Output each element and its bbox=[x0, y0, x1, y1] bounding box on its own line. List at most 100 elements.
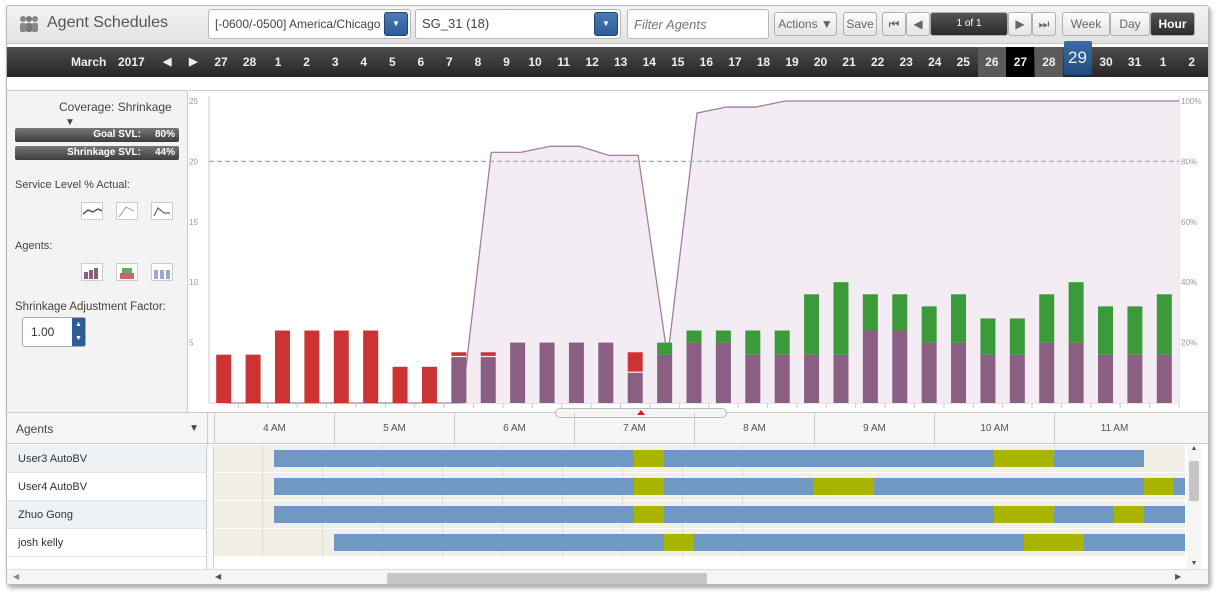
date-cell[interactable]: 10 bbox=[521, 47, 549, 77]
under-coverage-bar bbox=[245, 354, 261, 403]
date-cell[interactable]: 28 bbox=[236, 47, 264, 77]
agent-row[interactable]: User3 AutoBV bbox=[7, 445, 207, 473]
date-cell[interactable]: 18 bbox=[749, 47, 777, 77]
first-page-button[interactable]: ⏮ bbox=[882, 12, 906, 36]
decrement-button[interactable]: ▼ bbox=[72, 332, 85, 346]
next-date-button[interactable]: ▶ bbox=[189, 47, 197, 77]
agents-column-header[interactable]: Agents ▼ bbox=[7, 413, 208, 445]
group-select[interactable]: SG_31 (18) ▼ bbox=[415, 9, 621, 39]
date-cell[interactable]: 19 bbox=[778, 47, 806, 77]
shift-segment[interactable] bbox=[1054, 450, 1144, 467]
date-cell[interactable]: 17 bbox=[721, 47, 749, 77]
under-coverage-bar bbox=[274, 330, 290, 403]
shrinkage-segment[interactable] bbox=[1114, 506, 1144, 523]
shrinkage-segment[interactable] bbox=[634, 478, 664, 495]
date-cell[interactable]: 21 bbox=[835, 47, 863, 77]
schedule-row bbox=[214, 501, 1185, 529]
under-coverage-bar bbox=[304, 330, 320, 403]
coverage-panel: Coverage: Shrinkage ▼ Goal SVL: 80% Shri… bbox=[7, 90, 188, 412]
vertical-scroll-thumb[interactable] bbox=[1189, 461, 1199, 501]
date-cell[interactable]: 15 bbox=[664, 47, 692, 77]
view-hour-button[interactable]: Hour bbox=[1150, 12, 1195, 36]
agent-row[interactable]: User4 AutoBV bbox=[7, 473, 207, 501]
date-cell[interactable]: 16 bbox=[692, 47, 720, 77]
date-cell[interactable]: 22 bbox=[864, 47, 892, 77]
timezone-dropdown-button[interactable]: ▼ bbox=[384, 12, 408, 36]
scheduled-bar bbox=[1156, 354, 1172, 403]
filter-agents-input[interactable] bbox=[627, 9, 769, 39]
agent-row[interactable]: josh kelly bbox=[7, 529, 207, 557]
scroll-down-icon[interactable]: ▼ bbox=[1187, 560, 1201, 567]
line-chart-alt-icon[interactable] bbox=[151, 202, 173, 220]
view-week-button[interactable]: Week bbox=[1062, 12, 1110, 36]
shrinkage-segment[interactable] bbox=[664, 534, 694, 551]
stacked-bar-icon[interactable] bbox=[81, 263, 103, 281]
shift-segment[interactable] bbox=[274, 478, 1185, 495]
date-cell[interactable]: 3 bbox=[321, 47, 349, 77]
selected-date-cell[interactable]: 29 bbox=[1063, 41, 1092, 75]
line-chart-light-icon[interactable] bbox=[116, 202, 138, 220]
scroll-right-icon[interactable]: ▶ bbox=[1175, 572, 1181, 581]
agent-row[interactable]: Zhuo Gong bbox=[7, 501, 207, 529]
shrinkage-segment[interactable] bbox=[634, 450, 664, 467]
date-cell[interactable]: 1 bbox=[264, 47, 292, 77]
date-cell[interactable]: 13 bbox=[607, 47, 635, 77]
shrinkage-segment[interactable] bbox=[634, 506, 664, 523]
scroll-up-icon[interactable]: ▲ bbox=[1187, 445, 1201, 452]
shrinkage-segment[interactable] bbox=[1024, 534, 1084, 551]
next-page-button[interactable]: ▶ bbox=[1008, 12, 1032, 36]
adjustment-factor-input[interactable]: 1.00 ▲ ▼ bbox=[22, 317, 86, 347]
date-cell[interactable]: 23 bbox=[892, 47, 920, 77]
coverage-dropdown[interactable]: Coverage: Shrinkage ▼ bbox=[59, 100, 187, 128]
date-cell[interactable]: 30 bbox=[1092, 47, 1120, 77]
agent-list-divider[interactable] bbox=[206, 445, 214, 584]
date-cell[interactable]: 20 bbox=[807, 47, 835, 77]
date-cell[interactable]: 31 bbox=[1121, 47, 1149, 77]
actions-button[interactable]: Actions ▼ bbox=[774, 12, 837, 36]
shrinkage-segment[interactable] bbox=[1144, 478, 1174, 495]
prev-page-button[interactable]: ◀ bbox=[906, 12, 930, 36]
scroll-left-icon[interactable]: ◀ bbox=[13, 572, 19, 581]
date-cell[interactable]: 2 bbox=[293, 47, 321, 77]
group-dropdown-button[interactable]: ▼ bbox=[594, 12, 618, 36]
date-cell[interactable]: 25 bbox=[949, 47, 977, 77]
date-cell[interactable]: 2 bbox=[1178, 47, 1206, 77]
timezone-select[interactable]: [-0600/-0500] America/Chicago ▼ bbox=[208, 9, 411, 39]
date-cell[interactable]: 27 bbox=[1006, 47, 1035, 77]
date-cell[interactable]: 14 bbox=[635, 47, 663, 77]
bar-chart-color-icon[interactable] bbox=[116, 263, 138, 281]
date-cell[interactable]: 1 bbox=[1149, 47, 1177, 77]
hour-gridline bbox=[262, 473, 263, 501]
hour-header: 11 AM bbox=[1054, 413, 1174, 445]
increment-button[interactable]: ▲ bbox=[72, 318, 85, 332]
save-button[interactable]: Save bbox=[843, 12, 877, 36]
prev-date-button[interactable]: ◀ bbox=[163, 47, 171, 77]
date-cell[interactable]: 9 bbox=[493, 47, 521, 77]
shrinkage-segment[interactable] bbox=[994, 450, 1054, 467]
horizontal-scroll-thumb[interactable] bbox=[387, 573, 707, 584]
shrinkage-segment[interactable] bbox=[814, 478, 874, 495]
date-cell[interactable]: 26 bbox=[977, 47, 1006, 77]
date-cell[interactable]: 24 bbox=[921, 47, 949, 77]
bar-chart-light-icon[interactable] bbox=[151, 263, 173, 281]
line-chart-icon[interactable] bbox=[81, 202, 103, 220]
y-tick-label-left: 10 bbox=[189, 278, 198, 287]
date-cell[interactable]: 8 bbox=[464, 47, 492, 77]
view-day-button[interactable]: Day bbox=[1110, 12, 1150, 36]
scroll-left-icon[interactable]: ◀ bbox=[215, 572, 221, 581]
last-page-button[interactable]: ⏭ bbox=[1032, 12, 1056, 36]
shift-segment[interactable] bbox=[274, 450, 1054, 467]
vertical-scrollbar[interactable]: ▲ ▼ bbox=[1187, 445, 1201, 569]
hour-header: 8 AM bbox=[694, 413, 814, 445]
date-cell[interactable]: 12 bbox=[578, 47, 606, 77]
date-cell[interactable]: 11 bbox=[550, 47, 578, 77]
shrinkage-segment[interactable] bbox=[994, 506, 1054, 523]
date-cell[interactable]: 27 bbox=[207, 47, 235, 77]
date-cell[interactable]: 28 bbox=[1034, 47, 1063, 77]
date-cell[interactable]: 7 bbox=[435, 47, 463, 77]
date-cell[interactable]: 6 bbox=[407, 47, 435, 77]
goal-svl-badge: Goal SVL: 80% bbox=[15, 128, 179, 142]
horizontal-scrollbar[interactable]: ◀ ◀ ▶ bbox=[7, 569, 1208, 584]
date-cell[interactable]: 4 bbox=[350, 47, 378, 77]
date-cell[interactable]: 5 bbox=[378, 47, 406, 77]
